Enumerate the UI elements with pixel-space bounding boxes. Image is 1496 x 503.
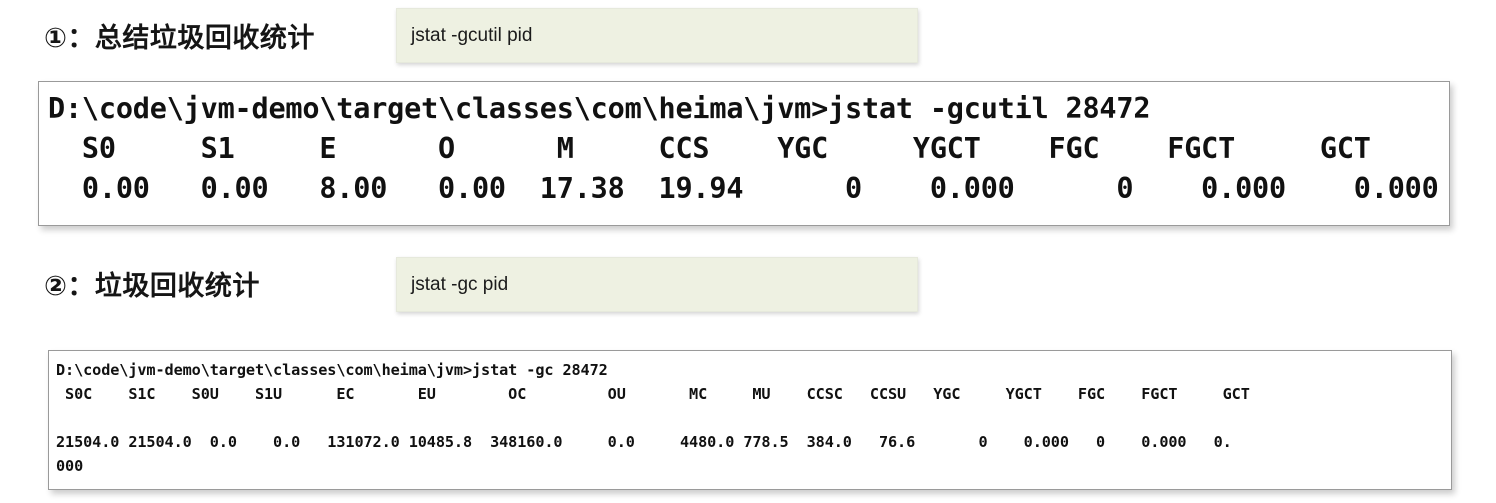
terminal-1-header-line: S0 S1 E O M CCS YGC YGCT FGC FGCT GCT (48, 132, 1371, 165)
terminal-1-prompt-line: D:\code\jvm-demo\target\classes\com\heim… (48, 92, 1151, 125)
section-2-heading-row: ②：垃圾回收统计 (44, 262, 260, 304)
terminal-2-wrap-line: 000 (56, 457, 84, 475)
section-2-title: ②：垃圾回收统计 (44, 270, 260, 302)
section-1-command-chip: jstat -gcutil pid (396, 8, 918, 63)
terminal-1-data-line: 0.00 0.00 8.00 0.00 17.38 19.94 0 0.000 … (48, 172, 1439, 205)
section-2-command-text: jstat -gc pid (411, 273, 509, 295)
section-2-command-chip: jstat -gc pid (396, 257, 918, 312)
terminal-2-prompt-line: D:\code\jvm-demo\target\classes\com\heim… (56, 361, 608, 379)
section-2-terminal-output: D:\code\jvm-demo\target\classes\com\heim… (48, 350, 1452, 490)
section-1-command-text: jstat -gcutil pid (411, 24, 533, 46)
terminal-2-header-line: S0C S1C S0U S1U EC EU OC OU MC MU CCSC C… (56, 385, 1250, 403)
terminal-2-lines: D:\code\jvm-demo\target\classes\com\heim… (49, 351, 1451, 478)
section-1-heading-row: ①：总结垃圾回收统计 (44, 14, 315, 56)
section-1-terminal-output: D:\code\jvm-demo\target\classes\com\heim… (38, 81, 1450, 226)
terminal-2-data-line: 21504.0 21504.0 0.0 0.0 131072.0 10485.8… (56, 433, 1232, 451)
terminal-1-lines: D:\code\jvm-demo\target\classes\com\heim… (39, 82, 1449, 209)
section-1-title: ①：总结垃圾回收统计 (44, 22, 315, 54)
